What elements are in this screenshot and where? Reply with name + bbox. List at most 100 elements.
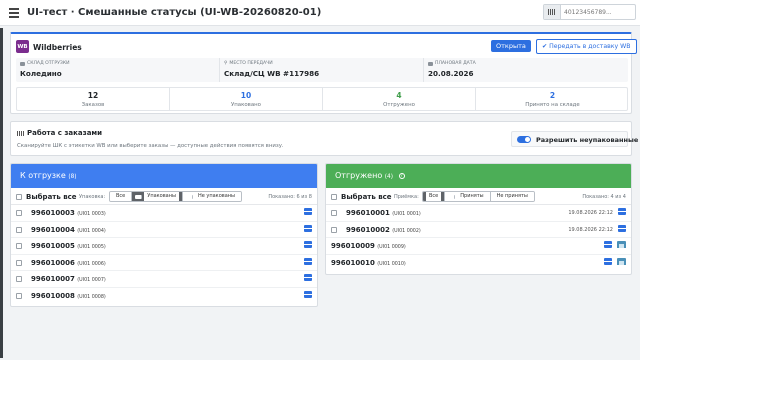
filter-label: Не приняты <box>493 192 531 201</box>
stat-value: 10 <box>240 91 252 100</box>
order-id: 996010007 <box>31 275 75 283</box>
top-bar: UI-тест · Смешанные статусы (UI-WB-20260… <box>0 0 640 26</box>
order-id: 996010009 <box>331 242 375 250</box>
order-row[interactable]: 996010005 (UI01 0005) <box>11 238 317 255</box>
order-number: 996010009 (UI01 0009) <box>331 242 406 250</box>
info-row: Склад отгрузки Коледино ⚲ Место передачи … <box>16 58 628 82</box>
stat-packed: 10 Упаковано <box>170 88 323 110</box>
order-sub-id: (UI01 0004) <box>77 228 106 234</box>
stat-orders: 12 Заказов <box>17 88 170 110</box>
order-sub-id: (UI01 0003) <box>77 212 106 217</box>
order-sub-id: (UI01 0001) <box>392 212 421 217</box>
order-sub-id: (UI01 0002) <box>392 228 421 234</box>
order-sub-id: (UI01 0007) <box>77 278 106 283</box>
order-row[interactable]: 996010009 (UI01 0009) <box>326 238 631 255</box>
filter-not-accepted[interactable]: Не приняты <box>490 192 534 201</box>
order-id: 996010010 <box>331 258 375 267</box>
filter-all[interactable]: Все <box>110 192 133 201</box>
info-label: Плановая дата <box>435 61 476 66</box>
filter-packed[interactable]: Упакованы <box>132 192 183 201</box>
packed-box-icon <box>604 257 612 265</box>
order-checkbox[interactable] <box>16 243 22 249</box>
side-edge-strip <box>0 28 3 358</box>
warehouse-icon <box>448 194 456 199</box>
order-sub-id: (UI01 0005) <box>77 245 106 250</box>
shipped-date: 19.08.2026 22:12 <box>568 210 613 216</box>
status-badge: Открыта <box>491 40 531 52</box>
order-checkbox[interactable] <box>16 226 22 233</box>
shipped-filter-row: Выбрать все Приёмка: Все Приняты Не прин… <box>326 188 631 205</box>
order-number: 996010006 (UI01 0006) <box>31 259 106 267</box>
menu-icon[interactable] <box>9 8 19 18</box>
order-id: 996010008 <box>31 291 75 300</box>
order-row[interactable]: 996010001 (UI01 0001) 19.08.2026 22:12 <box>326 205 631 222</box>
order-number: 996010010 (UI01 0010) <box>331 259 406 267</box>
order-id: 996010002 <box>346 225 390 234</box>
order-row[interactable]: 996010003 (UI01 0003) <box>11 205 317 222</box>
box-icon <box>135 194 143 199</box>
order-row[interactable]: 996010006 (UI01 0006) <box>11 255 317 271</box>
work-title: Работа с заказами <box>17 129 102 137</box>
packed-box-icon <box>304 241 312 248</box>
info-cell-date: Плановая дата 20.08.2026 <box>424 58 628 82</box>
acceptance-filter-label: Приёмка: <box>394 194 419 200</box>
order-sub-id: (UI01 0008) <box>77 294 106 300</box>
order-row[interactable]: 996010008 (UI01 0008) <box>11 288 317 305</box>
stat-value: 12 <box>87 91 99 100</box>
order-row[interactable]: 996010010 (UI01 0010) <box>326 255 631 272</box>
to-ship-filter-row: Выбрать все Упаковка: Все Упакованы Не у… <box>11 188 317 205</box>
transfer-to-delivery-button[interactable]: ✔ Передать в доставку WB <box>536 39 637 54</box>
order-number: 996010003 (UI01 0003) <box>31 209 106 217</box>
order-row[interactable]: 996010007 (UI01 0007) <box>11 271 317 288</box>
order-checkbox[interactable] <box>331 210 337 216</box>
to-ship-header: К отгрузке (8) <box>11 164 317 188</box>
select-all-checkbox[interactable] <box>16 194 22 200</box>
shown-count: Показано: 4 из 4 <box>582 194 626 200</box>
panel-title: Отгружено <box>335 171 383 180</box>
order-row[interactable]: 996010002 (UI01 0002) 19.08.2026 22:12 <box>326 222 631 238</box>
help-icon[interactable]: ? <box>398 172 405 179</box>
supply-header-card: WB Wildberries Открыта ✔ Передать в дост… <box>10 32 637 114</box>
order-row[interactable]: 996010004 (UI01 0004) <box>11 222 317 238</box>
packed-box-icon <box>304 224 312 232</box>
barcode-icon[interactable] <box>544 5 561 19</box>
barcode-input[interactable] <box>564 6 634 18</box>
packing-filter-group: Все Упакованы Не упакованы <box>109 191 242 202</box>
select-all-label[interactable]: Выбрать все <box>341 193 392 201</box>
packed-box-icon <box>618 208 626 215</box>
order-id: 996010006 <box>31 258 75 267</box>
packed-box-icon <box>304 290 312 298</box>
order-checkbox[interactable] <box>16 292 22 299</box>
allow-unpacked-label: Разрешить неупакованные <box>536 136 639 144</box>
select-all-label[interactable]: Выбрать все <box>26 193 77 201</box>
order-number: 996010005 (UI01 0005) <box>31 242 106 250</box>
info-cell-place: ⚲ Место передачи Склад/СЦ WB #117986 <box>220 58 424 82</box>
order-id: 996010003 <box>31 209 75 217</box>
allow-unpacked-box: Разрешить неупакованные <box>511 131 638 147</box>
filter-accepted[interactable]: Приняты <box>445 192 491 201</box>
order-number: 996010002 (UI01 0002) <box>346 226 421 234</box>
order-number: 996010008 (UI01 0008) <box>31 292 106 300</box>
filter-not-packed[interactable]: Не упакованы <box>182 192 241 201</box>
order-sub-id: (UI01 0009) <box>377 245 406 250</box>
order-checkbox[interactable] <box>16 210 22 216</box>
allow-unpacked-toggle[interactable] <box>517 136 531 143</box>
filter-all[interactable]: Все <box>423 192 446 201</box>
order-number: 996010001 (UI01 0001) <box>346 209 421 217</box>
packed-box-icon <box>304 257 312 265</box>
order-id: 996010001 <box>346 209 390 217</box>
acceptance-filter-group: Все Приняты Не приняты <box>422 191 535 202</box>
order-checkbox[interactable] <box>16 276 22 282</box>
order-checkbox[interactable] <box>16 259 22 266</box>
shipped-list: 996010001 (UI01 0001) 19.08.2026 22:12 996… <box>326 205 631 271</box>
stat-value: 4 <box>396 91 402 100</box>
page-title: UI-тест · Смешанные статусы (UI-WB-20260… <box>27 7 322 18</box>
check-icon: ✔ <box>542 43 548 50</box>
order-work-card: Работа с заказами Сканируйте ШК с этикет… <box>10 121 638 156</box>
select-all-checkbox[interactable] <box>331 194 337 200</box>
empty-bottom-area <box>0 360 760 400</box>
order-checkbox[interactable] <box>331 226 337 233</box>
info-label: Склад отгрузки <box>27 61 70 66</box>
stat-value: 2 <box>549 91 556 100</box>
to-ship-panel: К отгрузке (8) Выбрать все Упаковка: Все… <box>10 163 318 307</box>
